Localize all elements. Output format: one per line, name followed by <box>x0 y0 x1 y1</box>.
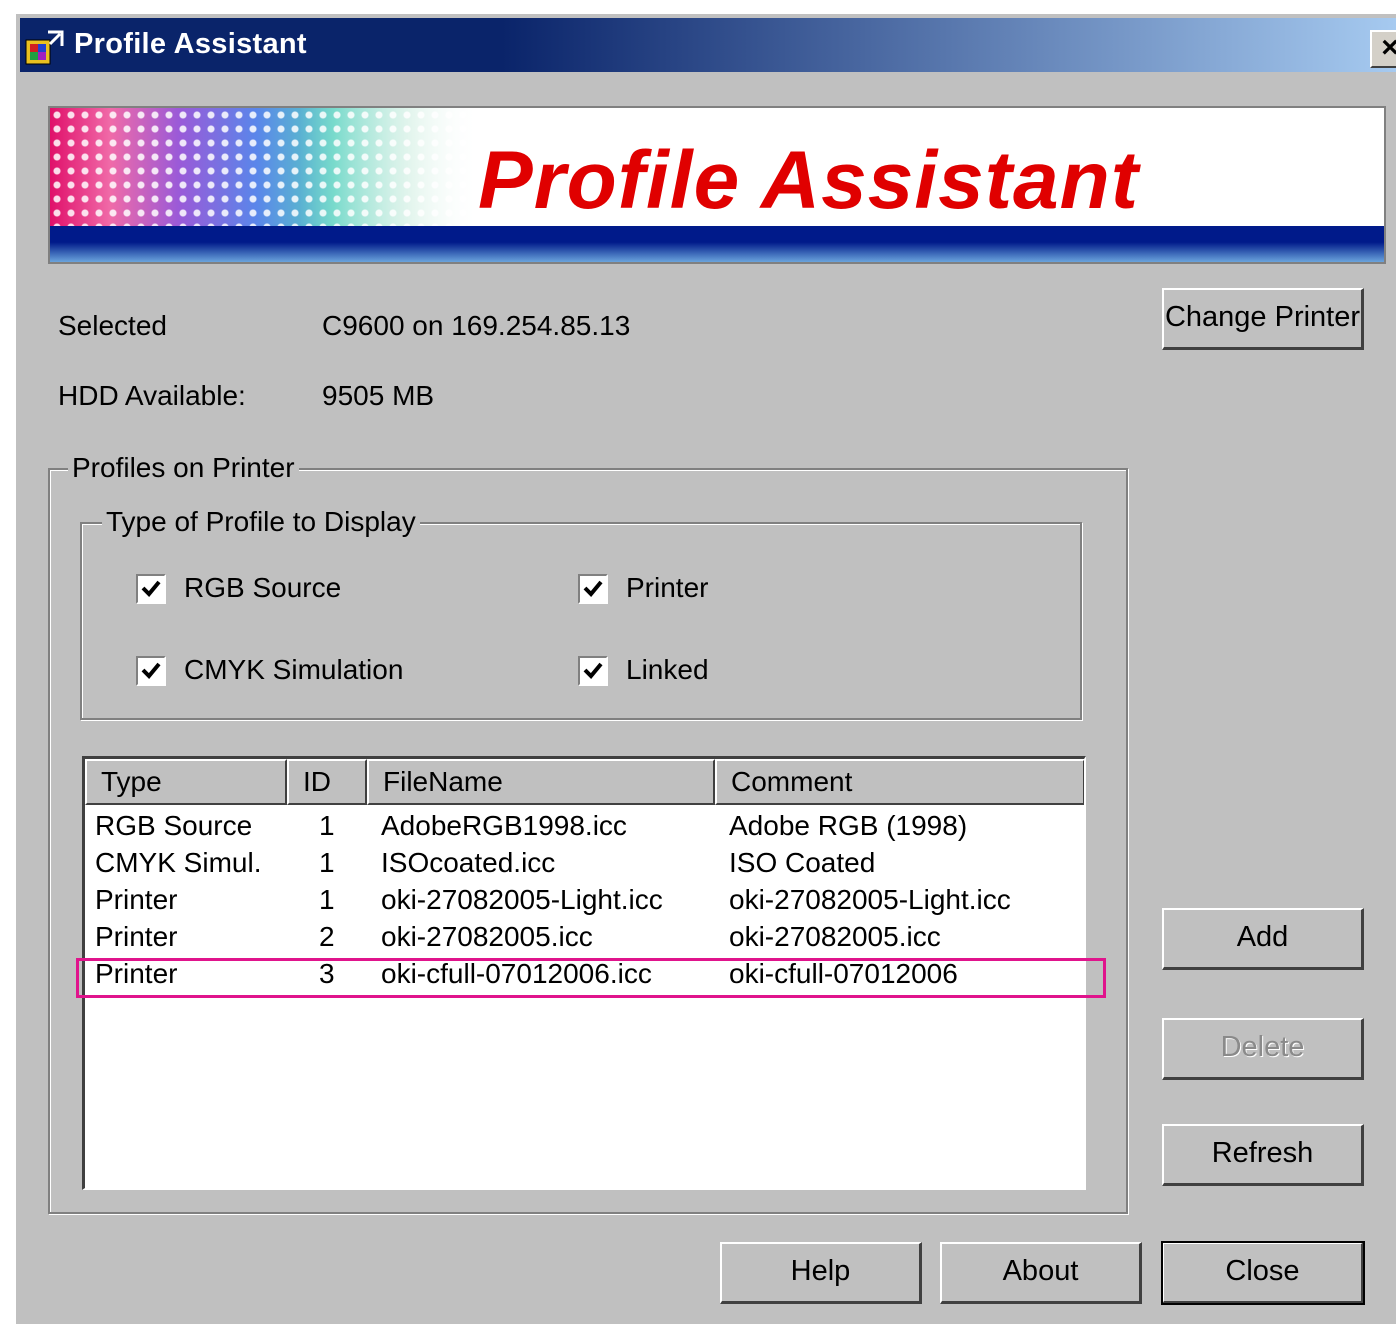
title-bar[interactable]: Profile Assistant × <box>20 18 1396 72</box>
close-icon: × <box>1381 31 1396 64</box>
column-header-id[interactable]: ID <box>287 759 367 805</box>
table-row[interactable]: Printer 2 oki-27082005.icc oki-27082005.… <box>85 918 1084 955</box>
column-header-comment[interactable]: Comment <box>715 759 1084 805</box>
cell-id: 1 <box>319 810 335 841</box>
cell-comment: oki-27082005.icc <box>729 921 941 952</box>
selected-label: Selected <box>58 310 167 341</box>
profile-type-legend: Type of Profile to Display <box>102 506 420 538</box>
change-printer-button[interactable]: Change Printer <box>1162 288 1364 350</box>
printer-checkbox[interactable] <box>578 574 608 604</box>
cell-id: 1 <box>319 884 335 915</box>
profile-assistant-window: Profile Assistant × Profile Assistant Se… <box>14 12 1396 1324</box>
window-title: Profile Assistant <box>74 28 307 60</box>
cell-filename: oki-27082005-Light.icc <box>381 884 663 915</box>
column-header-filename[interactable]: FileName <box>367 759 715 805</box>
checkmark-icon <box>141 580 161 597</box>
banner-title: Profile Assistant <box>478 135 1140 226</box>
cell-type: Printer <box>95 921 178 952</box>
add-button[interactable]: Add <box>1162 908 1364 970</box>
cell-id: 1 <box>319 847 335 878</box>
rgb-source-label[interactable]: RGB Source <box>184 572 341 604</box>
close-button[interactable]: Close <box>1161 1241 1365 1305</box>
cell-comment: ISO Coated <box>729 847 876 878</box>
banner-stripe <box>50 226 1384 262</box>
hdd-available-label: HDD Available: <box>58 380 246 411</box>
cell-comment: Adobe RGB (1998) <box>729 810 968 841</box>
app-icon <box>25 30 64 65</box>
printer-label[interactable]: Printer <box>626 572 708 604</box>
linked-label[interactable]: Linked <box>626 654 709 686</box>
cell-id: 2 <box>319 921 335 952</box>
cell-type: Printer <box>95 884 178 915</box>
checkmark-icon <box>583 580 603 597</box>
checkmark-icon <box>141 662 161 679</box>
profile-type-group <box>80 522 1082 720</box>
cmyk-simulation-checkbox[interactable] <box>136 656 166 686</box>
linked-checkbox[interactable] <box>578 656 608 686</box>
cell-comment: oki-27082005-Light.icc <box>729 884 1011 915</box>
window-close-button[interactable]: × <box>1370 30 1396 68</box>
hdd-available-value: 9505 MB <box>322 380 435 411</box>
column-header-type[interactable]: Type <box>85 759 287 805</box>
table-row[interactable]: CMYK Simul. 1 ISOcoated.icc ISO Coated <box>85 844 1084 881</box>
profiles-on-printer-legend: Profiles on Printer <box>68 452 299 484</box>
header-banner: Profile Assistant <box>48 106 1386 264</box>
refresh-button[interactable]: Refresh <box>1162 1124 1364 1186</box>
table-row[interactable]: RGB Source 1 AdobeRGB1998.icc Adobe RGB … <box>85 807 1084 844</box>
help-button[interactable]: Help <box>720 1242 922 1304</box>
cell-filename: AdobeRGB1998.icc <box>381 810 627 841</box>
checkmark-icon <box>583 662 603 679</box>
cell-filename: ISOcoated.icc <box>381 847 556 878</box>
cmyk-simulation-label[interactable]: CMYK Simulation <box>184 654 403 686</box>
table-row[interactable]: Printer 1 oki-27082005-Light.icc oki-270… <box>85 881 1084 918</box>
row-highlight-box <box>76 958 1106 998</box>
cell-filename: oki-27082005.icc <box>381 921 593 952</box>
cell-type: RGB Source <box>95 810 253 841</box>
rgb-source-checkbox[interactable] <box>136 574 166 604</box>
about-button[interactable]: About <box>940 1242 1142 1304</box>
cell-type: CMYK Simul. <box>95 847 262 878</box>
delete-button[interactable]: Delete <box>1162 1018 1364 1080</box>
selected-printer-value: C9600 on 169.254.85.13 <box>322 310 631 341</box>
swatch-fade <box>300 108 480 226</box>
